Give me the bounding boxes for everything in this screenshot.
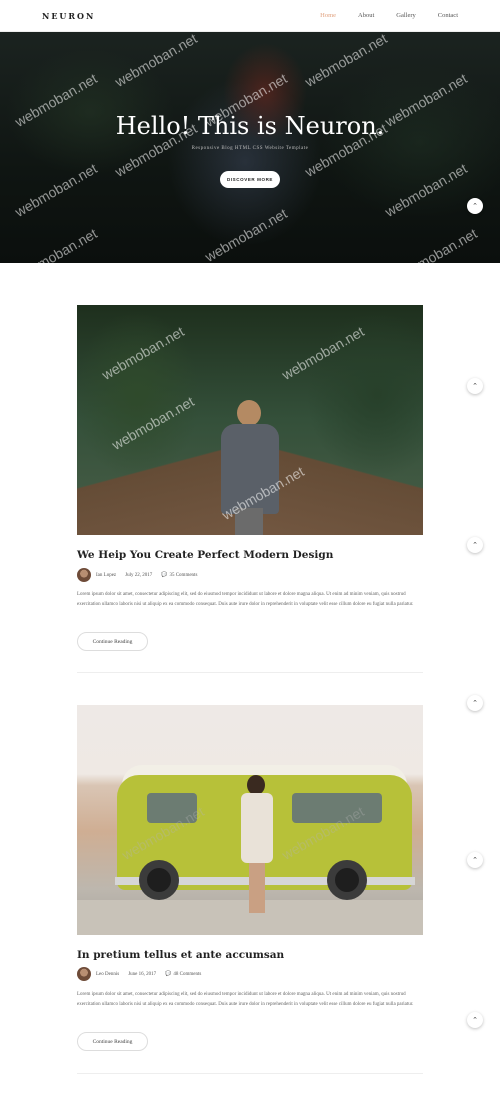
person-figure (237, 775, 277, 915)
chevron-up-icon: ⌃ (472, 382, 478, 390)
post-title[interactable]: We Heip You Create Perfect Modern Design (77, 549, 333, 561)
continue-reading-button[interactable]: Continue Reading (77, 632, 148, 651)
site-logo[interactable]: NEURON (42, 11, 95, 21)
scroll-up-button[interactable]: ⌃ (467, 695, 483, 711)
chevron-up-icon: ⌃ (472, 856, 478, 864)
nav-menu: Home About Gallery Contact (298, 12, 458, 19)
van-wheel (139, 860, 179, 900)
post-meta: Ian Lopez July 22, 2017 💬 35 Comments (77, 568, 197, 582)
continue-reading-button[interactable]: Continue Reading (77, 1032, 148, 1051)
watermark: webmoban.net (382, 160, 470, 220)
person-head (247, 775, 265, 795)
nav-item-contact[interactable]: Contact (438, 12, 458, 19)
watermark: webmoban.net (302, 32, 390, 90)
chevron-up-icon: ⌃ (472, 699, 478, 707)
scroll-up-button[interactable]: ⌃ (467, 198, 483, 214)
person-body (221, 424, 279, 514)
post-excerpt: Lorem ipsum dolor sit amet, consectetur … (77, 592, 414, 607)
nav-item-about[interactable]: About (358, 12, 374, 19)
van-window (147, 793, 197, 823)
watermark: webmoban.net (12, 160, 100, 220)
nav-item-home[interactable]: Home (320, 12, 336, 19)
comment-icon: 💬 (165, 972, 172, 977)
watermark: webmoban.net (99, 323, 187, 383)
scroll-up-button[interactable]: ⌃ (467, 537, 483, 553)
discover-more-button[interactable]: DISCOVER MORE (220, 171, 280, 188)
watermark: webmoban.net (392, 225, 480, 263)
avatar (77, 967, 91, 981)
nav-item-gallery[interactable]: Gallery (396, 12, 416, 19)
post-image[interactable]: webmoban.net webmoban.net webmoban.net w… (77, 305, 423, 535)
post-date: July 22, 2017 (125, 572, 153, 578)
post-image[interactable]: webmoban.net webmoban.net (77, 705, 423, 935)
scroll-up-button[interactable]: ⌃ (467, 1012, 483, 1028)
chevron-up-icon: ⌃ (472, 202, 478, 210)
person-legs (235, 508, 263, 535)
post-excerpt: Lorem ipsum dolor sit amet, consectetur … (77, 992, 414, 1007)
watermark: webmoban.net (202, 205, 290, 263)
watermark: webmoban.net (112, 32, 200, 90)
post-title[interactable]: In pretium tellus et ante accumsan (77, 949, 284, 961)
avatar (77, 568, 91, 582)
post-meta: Leo Dennis June 16, 2017 💬 48 Comments (77, 967, 201, 981)
van-window (292, 793, 382, 823)
watermark: webmoban.net (12, 225, 100, 263)
scroll-up-button[interactable]: ⌃ (467, 378, 483, 394)
chevron-up-icon: ⌃ (472, 541, 478, 549)
person-figure (215, 400, 285, 535)
scroll-up-button[interactable]: ⌃ (467, 852, 483, 868)
top-nav: NEURON Home About Gallery Contact (0, 0, 500, 32)
hero-banner: Hello! This is Neuron. Responsive Blog H… (0, 32, 500, 263)
chevron-up-icon: ⌃ (472, 1016, 478, 1024)
van-wheel (327, 860, 367, 900)
post-divider (77, 1073, 423, 1074)
post-author[interactable]: Ian Lopez (96, 573, 116, 578)
post-comments[interactable]: 35 Comments (169, 573, 197, 578)
comment-icon: 💬 (161, 573, 168, 578)
person-head (237, 400, 261, 426)
post-author[interactable]: Leo Dennis (96, 972, 119, 977)
watermark: webmoban.net (279, 323, 367, 383)
hero-title: Hello! This is Neuron. (115, 112, 385, 140)
person-legs (249, 863, 265, 913)
person-body (241, 793, 273, 863)
post-comments[interactable]: 48 Comments (173, 972, 201, 977)
hero-subtitle: Responsive Blog HTML CSS Website Templat… (191, 146, 309, 151)
post-divider (77, 672, 423, 673)
post-date: June 16, 2017 (128, 971, 157, 977)
